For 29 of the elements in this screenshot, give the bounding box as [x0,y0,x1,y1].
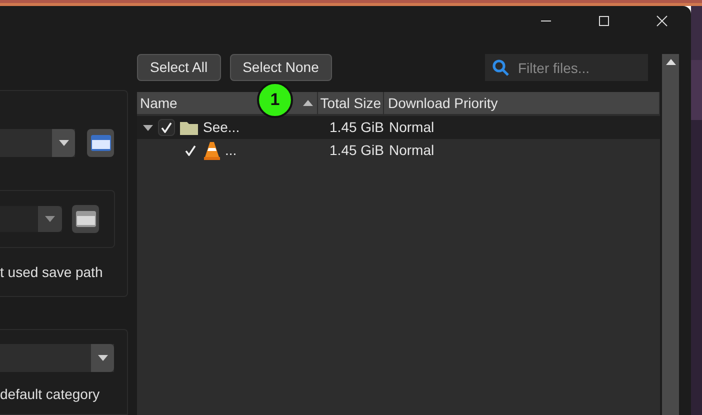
scrollbar[interactable] [662,54,679,415]
sort-arrow-icon [303,100,313,106]
dropdown-caret-icon [98,355,108,361]
priority-cell: Normal [389,142,434,158]
checkbox[interactable] [158,119,175,136]
close-icon [656,15,668,27]
select-button[interactable]: Select All [137,54,221,81]
expand-caret-icon[interactable] [143,124,153,130]
dropdown-caret-icon [58,140,68,146]
traffic-cone-icon [204,142,220,160]
option-label: t used save path [0,263,104,282]
size-cell: 1.45 GiB [330,119,384,135]
maximize-icon [598,15,610,27]
column-header[interactable]: Download Priority [384,92,660,114]
file-row[interactable]: ... 1.45 GiB Normal [137,139,660,162]
file-name: See... [203,118,240,137]
browse-button[interactable] [72,205,99,233]
size-cell: 1.45 GiB [330,142,384,158]
file-name: ... [225,141,237,160]
filter-field[interactable]: Filter files... [485,54,648,81]
search-icon [492,59,510,77]
scroll-up-icon[interactable] [666,59,676,65]
browse-button[interactable] [87,129,114,157]
option-label: default category [0,385,101,404]
column-header[interactable]: Total Size [318,92,384,114]
priority-cell: Normal [389,119,434,135]
dropdown-caret-icon [45,216,55,222]
select-button[interactable]: Select None [230,54,332,81]
file-row[interactable]: See... 1.45 GiB Normal [137,116,660,139]
